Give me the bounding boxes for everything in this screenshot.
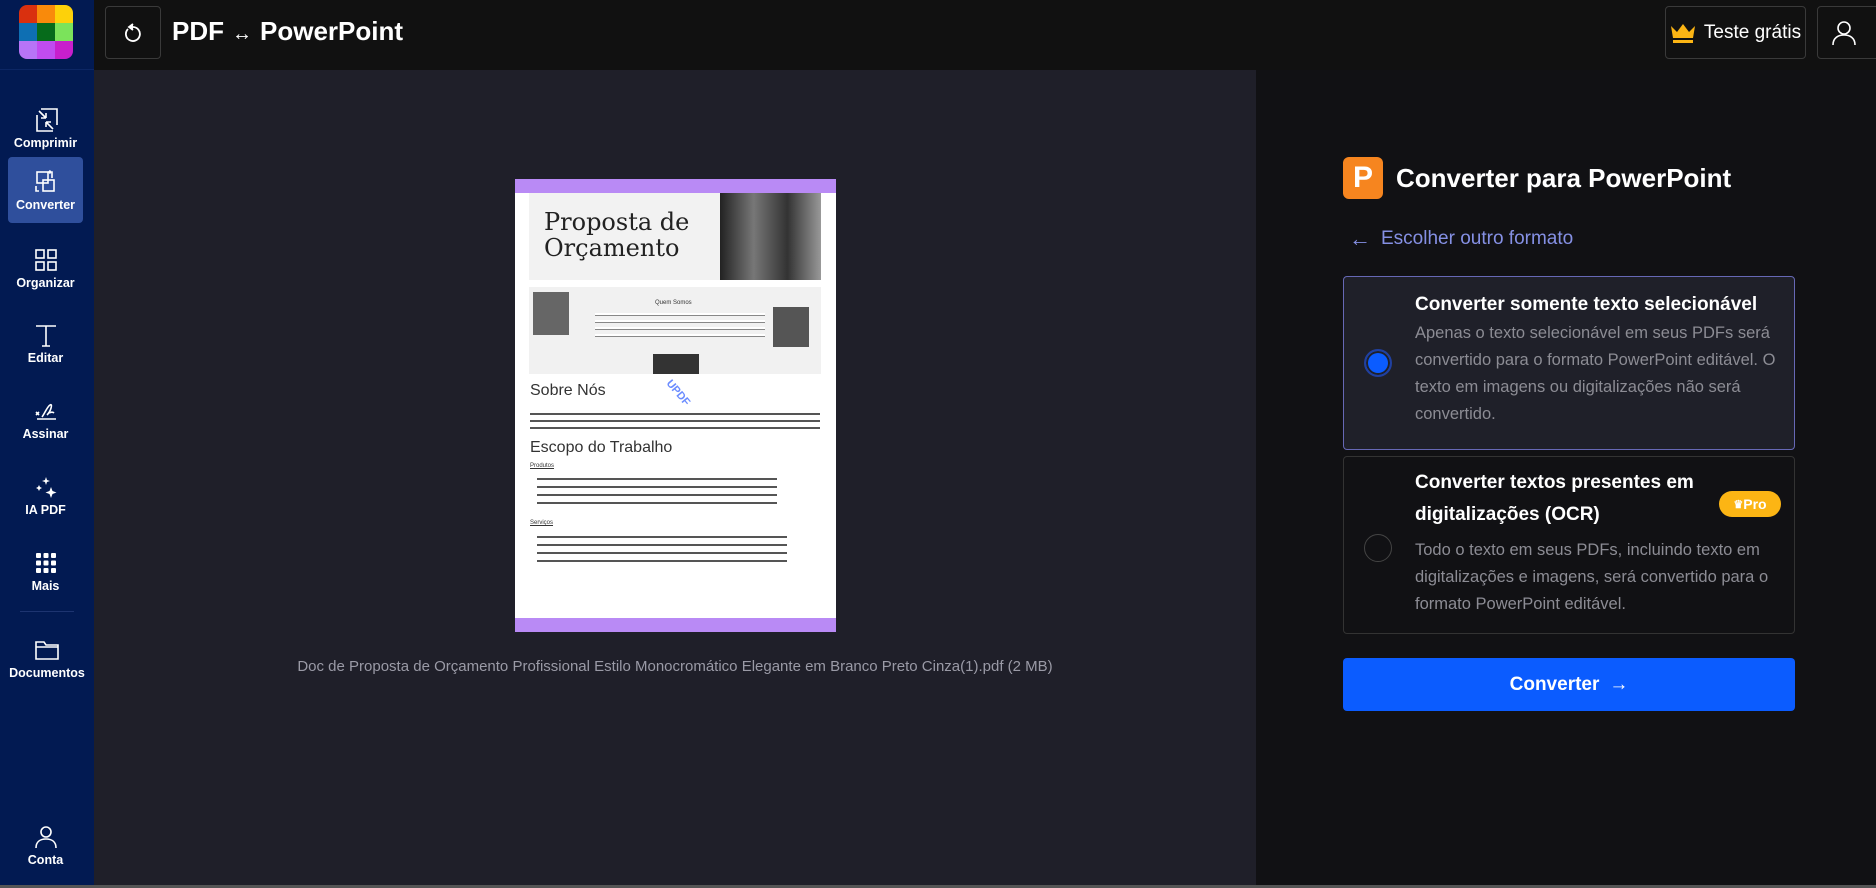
doc-list-lines [537, 534, 787, 564]
free-trial-label: Teste grátis [1703, 21, 1802, 43]
sidebar-item-assinar[interactable]: Assinar [8, 386, 83, 452]
option-selectable-text[interactable]: Converter somente texto selecionável Ape… [1343, 276, 1795, 450]
sidebar-item-mais[interactable]: Mais [8, 538, 83, 604]
logo-tile [55, 5, 73, 23]
option-title: Converter textos presentes em digitaliza… [1415, 472, 1694, 525]
doc-title: Proposta de Orçamento [544, 208, 690, 262]
dots-grid-icon [35, 552, 56, 573]
arrow-right-icon: → [1609, 673, 1629, 695]
option-title: Converter somente texto selecionável [1415, 294, 1758, 315]
sidebar-item-label: Organizar [16, 275, 75, 290]
undo-icon [125, 22, 141, 42]
top-header: PDF ↔ PowerPoint Teste grátis [94, 0, 1876, 70]
page-title: PDF ↔ PowerPoint [172, 16, 404, 46]
doc-image [773, 307, 809, 347]
sidebar-item-label: Editar [27, 350, 64, 365]
doc-section-heading: Escopo do Trabalho [530, 439, 673, 456]
folder-icon [35, 640, 59, 660]
doc-list-lines [537, 476, 777, 506]
sidebar-item-label: IA PDF [25, 502, 66, 517]
doc-text-lines [595, 313, 765, 339]
document-thumbnail[interactable]: Proposta de Orçamento Quem Somos Sobre Nó… [515, 179, 836, 632]
arrow-left-icon: ← [1349, 226, 1371, 251]
file-name: Doc de Proposta de Orçamento Profissiona… [297, 658, 1053, 675]
app-logo[interactable] [19, 5, 73, 59]
logo-tile [37, 41, 55, 59]
logo-tile [55, 23, 73, 41]
convert-panel: P Converter para PowerPoint ← Escolher o… [1256, 70, 1876, 888]
logo-tile [19, 5, 37, 23]
crown-icon [1670, 23, 1695, 43]
doc-image [653, 354, 699, 374]
user-icon [1832, 20, 1856, 45]
sparkles-icon [35, 476, 56, 498]
grid-icon [34, 248, 57, 271]
doc-image [533, 292, 569, 335]
doc-bottom-band [515, 618, 836, 632]
panel-heading: P Converter para PowerPoint [1343, 157, 1731, 199]
sidebar-divider [20, 611, 74, 612]
sidebar-item-label: Comprimir [13, 135, 78, 150]
sidebar-item-editar[interactable]: Editar [8, 310, 83, 376]
compress-icon [35, 107, 58, 132]
choose-other-format-label: Escolher outro formato [1381, 228, 1574, 249]
logo-tile [55, 41, 73, 59]
option-description: Apenas o texto selecionável em seus PDFs… [1415, 324, 1776, 423]
pro-badge: ♛ Pro [1719, 491, 1781, 517]
doc-section-heading: Sobre Nós [530, 382, 606, 399]
sidebar-item-organizar[interactable]: Organizar [8, 235, 83, 301]
doc-subheading: Produtos [530, 463, 555, 469]
back-button[interactable] [105, 6, 161, 59]
sidebar-item-comprimir[interactable]: Comprimir [8, 95, 83, 161]
doc-watermark: UPDF [663, 377, 693, 409]
doc-text-lines [530, 411, 820, 433]
doc-client-heading: Quem Somos [655, 300, 692, 306]
sidebar-item-documentos[interactable]: Documentos [2, 625, 92, 691]
logo-tile [37, 5, 55, 23]
logo-tile [19, 41, 37, 59]
option-ocr[interactable]: Converter textos presentes em digitaliza… [1343, 456, 1795, 634]
powerpoint-icon: P [1343, 157, 1383, 199]
radio-selectable-text[interactable] [1364, 349, 1392, 377]
free-trial-button[interactable]: Teste grátis [1665, 6, 1806, 59]
sidebar-item-label: Assinar [22, 426, 69, 441]
sidebar-item-label: Converter [15, 197, 76, 212]
logo-tile [37, 23, 55, 41]
account-button[interactable] [1817, 6, 1876, 59]
signature-icon [34, 403, 56, 420]
sidebar-item-conta[interactable]: Conta [8, 812, 83, 878]
radio-ocr[interactable] [1364, 534, 1392, 562]
crown-icon: ♛ [1733, 498, 1744, 511]
convert-icon [34, 169, 55, 192]
convert-label: Converter [1509, 673, 1600, 695]
doc-building-image [720, 193, 821, 280]
choose-other-format-link[interactable]: ← Escolher outro formato [1349, 226, 1573, 252]
user-icon [34, 825, 57, 848]
sidebar: Comprimir Converter Organizar Editar Ass… [0, 0, 94, 888]
doc-subheading: Serviços [530, 520, 554, 526]
logo-tile [19, 23, 37, 41]
sidebar-item-label: Documentos [9, 665, 85, 680]
preview-area: Proposta de Orçamento Quem Somos Sobre Nó… [94, 70, 1256, 888]
doc-top-band [515, 179, 836, 193]
option-description: Todo o texto em seus PDFs, incluindo tex… [1415, 541, 1769, 613]
sidebar-item-ia-pdf[interactable]: IA PDF [8, 462, 83, 528]
sidebar-item-label: Mais [31, 578, 60, 593]
panel-title: Converter para PowerPoint [1396, 162, 1732, 193]
convert-button[interactable]: Converter → [1343, 658, 1795, 711]
text-icon [35, 324, 56, 347]
sidebar-item-label: Conta [27, 852, 64, 867]
sidebar-logo-area [0, 0, 94, 70]
sidebar-item-converter[interactable]: Converter [8, 157, 83, 223]
pro-label: Pro [1743, 496, 1767, 512]
